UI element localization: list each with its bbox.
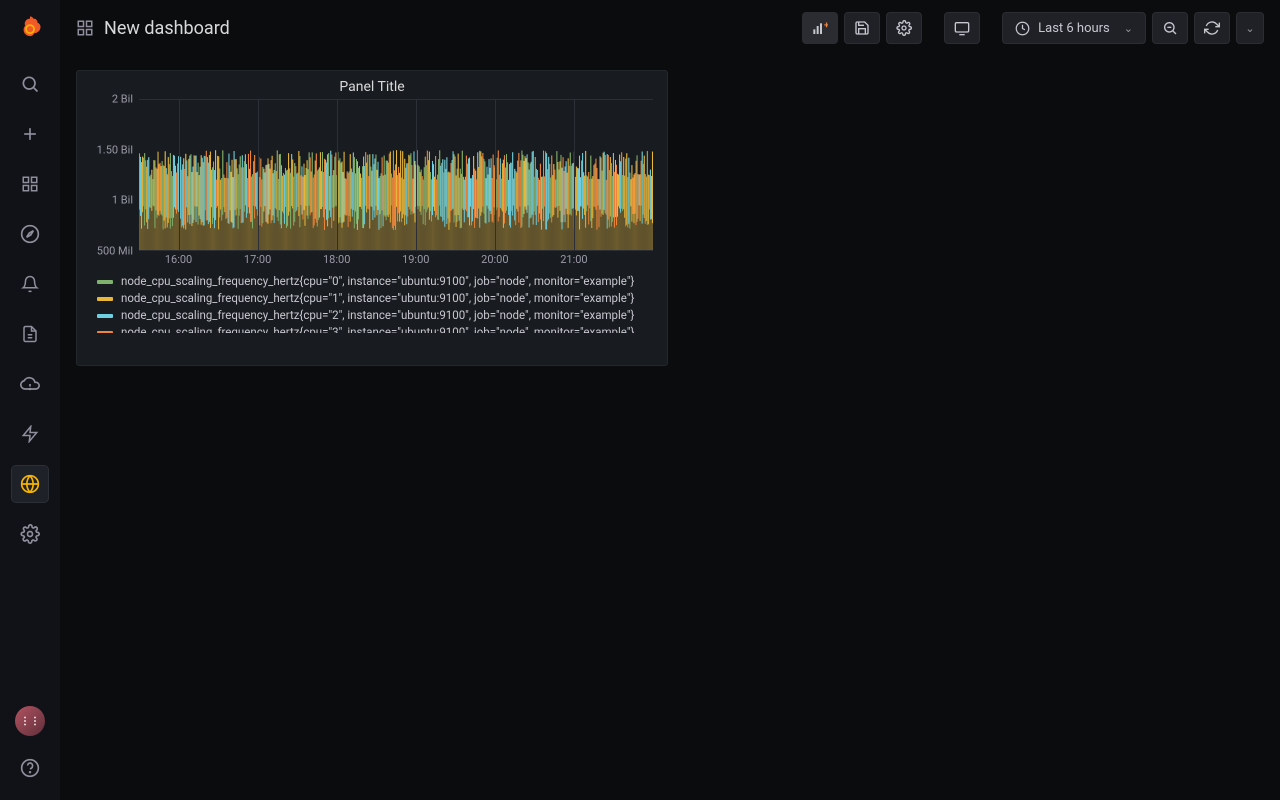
plus-icon[interactable]	[12, 116, 48, 152]
tv-mode-button[interactable]	[944, 12, 980, 44]
globe-icon[interactable]	[12, 466, 48, 502]
sidebar: ⋮⋮	[0, 0, 60, 800]
gear-icon[interactable]	[12, 516, 48, 552]
save-button[interactable]	[844, 12, 880, 44]
legend-label: node_cpu_scaling_frequency_hertz{cpu="2"…	[121, 307, 634, 324]
y-tick-label: 500 Mil	[97, 245, 133, 258]
search-icon[interactable]	[12, 66, 48, 102]
home-dashboards-icon[interactable]	[76, 19, 94, 37]
y-tick-label: 1.50 Bil	[97, 143, 133, 156]
help-icon[interactable]	[12, 750, 48, 786]
dashboards-icon[interactable]	[12, 166, 48, 202]
x-tick-label: 21:00	[560, 253, 587, 266]
main: New dashboard + Last 6 hours ⌄	[60, 0, 1280, 800]
x-tick-label: 16:00	[165, 253, 192, 266]
legend-item[interactable]: node_cpu_scaling_frequency_hertz{cpu="0"…	[97, 273, 655, 290]
plot-area	[139, 99, 653, 251]
chevron-down-icon: ⌄	[1124, 22, 1133, 35]
x-tick-label: 19:00	[402, 253, 429, 266]
legend-label: node_cpu_scaling_frequency_hertz{cpu="1"…	[121, 290, 634, 307]
bell-icon[interactable]	[12, 266, 48, 302]
legend-swatch	[97, 280, 113, 284]
legend-swatch	[97, 331, 113, 334]
x-axis: 16:00 17:00 18:00 19:00 20:00 21:00	[139, 251, 653, 269]
legend-item[interactable]: node_cpu_scaling_frequency_hertz{cpu="2"…	[97, 307, 655, 324]
x-tick-label: 17:00	[244, 253, 271, 266]
add-panel-button[interactable]: +	[802, 12, 838, 44]
svg-text:+: +	[824, 21, 828, 31]
y-tick-label: 1 Bil	[112, 194, 133, 207]
legend-item[interactable]: node_cpu_scaling_frequency_hertz{cpu="3"…	[97, 324, 655, 333]
panel[interactable]: Panel Title 2 Bil 1.50 Bil 1 Bil 500 Mil 16…	[76, 70, 668, 366]
chevron-down-icon: ⌄	[1245, 22, 1254, 35]
explore-icon[interactable]	[12, 216, 48, 252]
page-title[interactable]: New dashboard	[104, 18, 230, 39]
chart: 2 Bil1.50 Bil1 Bil500 Mil 16:0017:0018:0…	[83, 99, 661, 269]
refresh-interval-button[interactable]: ⌄	[1236, 12, 1264, 44]
y-axis: 2 Bil1.50 Bil1 Bil500 Mil	[83, 99, 139, 269]
legend: node_cpu_scaling_frequency_hertz{cpu="0"…	[97, 273, 655, 333]
legend-label: node_cpu_scaling_frequency_hertz{cpu="0"…	[121, 273, 634, 290]
zoom-out-button[interactable]	[1152, 12, 1188, 44]
time-range-button[interactable]: Last 6 hours ⌄	[1002, 12, 1146, 44]
x-tick-label: 18:00	[323, 253, 350, 266]
legend-label: node_cpu_scaling_frequency_hertz{cpu="3"…	[121, 324, 634, 333]
cloud-alert-icon[interactable]	[12, 366, 48, 402]
document-icon[interactable]	[12, 316, 48, 352]
time-range-label: Last 6 hours	[1038, 21, 1110, 36]
legend-swatch	[97, 297, 113, 301]
settings-button[interactable]	[886, 12, 922, 44]
grafana-logo[interactable]	[12, 10, 48, 46]
legend-swatch	[97, 314, 113, 318]
y-tick-label: 2 Bil	[112, 93, 133, 106]
topbar: New dashboard + Last 6 hours ⌄	[60, 0, 1280, 56]
legend-item[interactable]: node_cpu_scaling_frequency_hertz{cpu="1"…	[97, 290, 655, 307]
refresh-button[interactable]	[1194, 12, 1230, 44]
avatar[interactable]: ⋮⋮	[15, 706, 45, 736]
x-tick-label: 20:00	[481, 253, 508, 266]
panel-title[interactable]: Panel Title	[77, 71, 667, 99]
bolt-icon[interactable]	[12, 416, 48, 452]
